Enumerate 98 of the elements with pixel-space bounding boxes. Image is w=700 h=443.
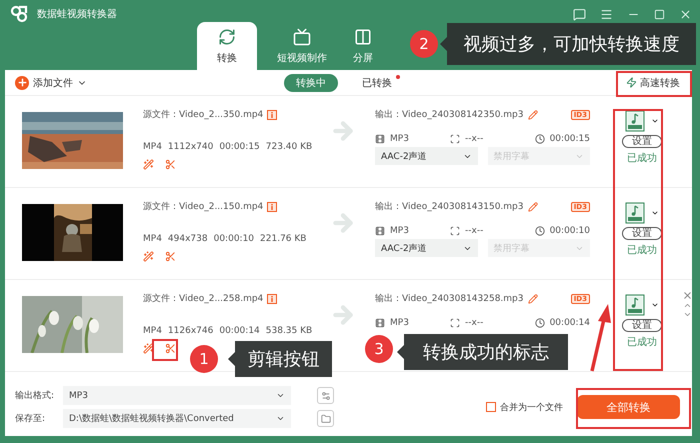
format-text: MP4 xyxy=(143,234,162,244)
output-duration: 00:00:14 xyxy=(550,318,590,328)
audio-file-icon xyxy=(625,110,647,132)
convert-icon xyxy=(218,28,236,46)
lightning-icon xyxy=(626,77,637,88)
source-file: 源文件：Video_2...150.mp4 xyxy=(143,200,264,213)
resolution-text: 494x738 xyxy=(168,234,208,244)
path-dropdown[interactable]: D:\数据蛙\数据蛙视频转换器\Converted xyxy=(63,409,291,428)
source-file: 源文件：Video_2...258.mp4 xyxy=(143,292,264,305)
merge-checkbox[interactable]: 合并为一个文件 xyxy=(486,400,563,414)
highlight-frame xyxy=(152,339,178,361)
film-icon xyxy=(375,226,385,236)
callout-tooltip: 转换成功的标志 xyxy=(397,334,568,370)
output-format: MP3 xyxy=(390,226,410,236)
menu-icon[interactable] xyxy=(600,8,613,20)
resolution-icon xyxy=(450,226,460,236)
status-text: 已成功 xyxy=(627,244,657,257)
feedback-icon[interactable] xyxy=(573,8,586,20)
audio-dropdown[interactable]: AAC-2声道 xyxy=(375,147,478,165)
output-file: 输出：Video_240308143150.mp3 xyxy=(375,200,524,213)
format-text: MP4 xyxy=(143,326,162,336)
info-icon[interactable] xyxy=(267,294,278,304)
output-resolution: --x-- xyxy=(465,226,484,236)
format-text: MP4 xyxy=(143,142,162,152)
output-duration: 00:00:10 xyxy=(550,226,590,236)
size-text: 221.76 KB xyxy=(260,234,306,244)
effect-wand-icon[interactable] xyxy=(143,159,154,170)
output-duration: 00:00:15 xyxy=(550,134,590,144)
effect-wand-icon[interactable] xyxy=(143,343,154,354)
nav-tab[interactable]: 转换 xyxy=(197,22,257,70)
step-badge: 2 xyxy=(410,30,438,58)
caret-icon xyxy=(276,414,285,423)
caret-icon xyxy=(276,391,285,400)
clock-icon xyxy=(534,226,545,236)
info-icon[interactable] xyxy=(267,110,278,120)
callout-tooltip: 视频过多，可加快转换速度 xyxy=(440,23,696,65)
duration-text: 00:00:10 xyxy=(214,234,254,244)
output-format: MP3 xyxy=(390,134,410,144)
settings-button[interactable]: 设置 xyxy=(622,319,662,332)
resolution-icon xyxy=(450,318,460,328)
duration-text: 00:00:15 xyxy=(219,142,260,152)
audio-dropdown[interactable]: AAC-2声道 xyxy=(375,239,478,257)
effect-wand-icon[interactable] xyxy=(143,251,154,262)
format-label: 输出格式: xyxy=(15,390,56,402)
clock-icon xyxy=(534,134,545,144)
close-icon[interactable] xyxy=(682,290,693,301)
folder-icon[interactable] xyxy=(317,410,334,427)
logo-icon xyxy=(10,5,28,23)
edit-icon[interactable] xyxy=(528,110,538,120)
status-text: 已成功 xyxy=(627,336,657,349)
nav-tab[interactable]: 短视频制作 xyxy=(271,22,333,70)
settings-button[interactable]: 设置 xyxy=(622,227,662,240)
split-screen-icon xyxy=(354,28,372,46)
status-tab[interactable]: 转换中 xyxy=(284,74,338,92)
size-text: 538.35 KB xyxy=(266,326,312,336)
move-up-icon[interactable] xyxy=(683,301,692,310)
output-format: MP3 xyxy=(390,318,410,328)
caret-icon[interactable] xyxy=(651,209,659,217)
output-resolution: --x-- xyxy=(465,134,484,144)
edit-icon[interactable] xyxy=(528,294,538,304)
resolution-text: 1126x746 xyxy=(168,326,214,336)
save-label: 保存至: xyxy=(15,412,46,425)
tv-icon xyxy=(293,28,311,46)
nav-tab[interactable]: 分屏 xyxy=(347,22,379,70)
maximize-icon[interactable] xyxy=(654,8,665,20)
settings-icon[interactable] xyxy=(317,387,334,404)
status-tab[interactable]: 已转换 xyxy=(350,74,404,92)
audio-file-icon xyxy=(625,202,647,224)
window-title: 数据蛙视频转换器 xyxy=(37,8,117,21)
output-file: 输出：Video_240308143258.mp3 xyxy=(375,292,524,305)
output-file: 输出：Video_240308142350.mp3 xyxy=(375,108,524,121)
speed-convert-button[interactable]: 高速转换 xyxy=(622,76,684,90)
add-file-button[interactable]: 添加文件 xyxy=(15,76,87,90)
caret-icon[interactable] xyxy=(651,117,659,125)
callout-tooltip: 剪辑按钮 xyxy=(228,341,332,377)
film-icon xyxy=(375,318,385,328)
size-text: 723.40 KB xyxy=(266,142,312,152)
close-icon[interactable] xyxy=(679,8,692,20)
settings-button[interactable]: 设置 xyxy=(622,135,662,148)
format-dropdown[interactable]: MP3 xyxy=(63,386,291,405)
pointer-arrow xyxy=(590,303,612,373)
film-icon xyxy=(375,134,385,144)
duration-text: 00:00:14 xyxy=(219,326,260,336)
info-icon[interactable] xyxy=(267,202,278,212)
plus-icon xyxy=(15,76,29,90)
scissors-icon[interactable] xyxy=(165,159,176,170)
resolution-icon xyxy=(450,134,460,144)
output-resolution: --x-- xyxy=(465,318,484,328)
status-text: 已成功 xyxy=(627,152,657,165)
edit-icon[interactable] xyxy=(528,202,538,212)
scissors-icon[interactable] xyxy=(165,343,176,354)
move-down-icon[interactable] xyxy=(683,310,692,319)
scissors-icon[interactable] xyxy=(165,251,176,262)
audio-file-icon xyxy=(625,294,647,316)
resolution-text: 1112x740 xyxy=(168,142,214,152)
caret-icon[interactable] xyxy=(651,301,659,309)
source-file: 源文件：Video_2...350.mp4 xyxy=(143,108,264,121)
clock-icon xyxy=(534,318,545,328)
